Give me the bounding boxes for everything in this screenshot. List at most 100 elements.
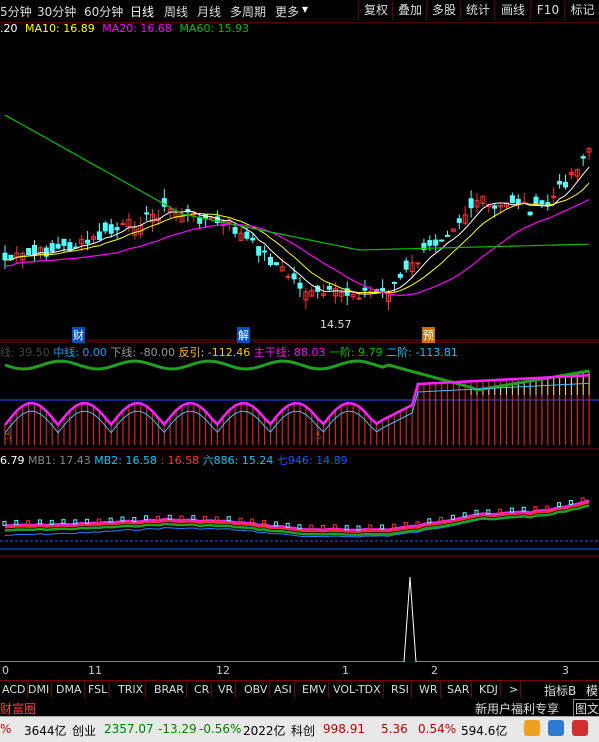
candle-body xyxy=(539,200,545,205)
candle-body xyxy=(415,262,421,265)
chinext-change: -13.29 xyxy=(158,722,197,736)
candle-body xyxy=(250,237,256,241)
indicator2-legend: 6.79 MB1: 17.43 MB2: 16.58 : 16.58 六886:… xyxy=(0,452,348,468)
event-marker-cai[interactable]: 财 xyxy=(72,327,85,343)
promo-banner: 财富圈 新用户福利专享 图文 xyxy=(0,698,599,718)
tab-emv[interactable]: EMV xyxy=(300,682,329,698)
candle-body xyxy=(244,231,250,239)
app-icon[interactable] xyxy=(524,720,540,736)
date-label: 11 xyxy=(88,664,102,677)
indicator2-plot xyxy=(2,497,590,538)
tabs-more-button[interactable]: > xyxy=(507,682,522,698)
tab-trix[interactable]: TRIX xyxy=(116,682,147,698)
candle-body xyxy=(397,273,403,278)
candle-body xyxy=(391,281,397,284)
ind2-candle xyxy=(2,520,7,526)
chinext-label: 创业 xyxy=(72,724,97,738)
tab-obv[interactable]: OBV xyxy=(242,682,271,698)
caifuquan-link[interactable]: 财富圈 xyxy=(0,700,36,717)
low-price-label: 14.57 xyxy=(320,318,352,331)
ind3-spike-line xyxy=(0,576,599,662)
candle-body xyxy=(427,240,433,246)
date-label: 0 xyxy=(2,664,9,677)
ind2-third-value: : 16.58 xyxy=(160,454,200,467)
model-button[interactable]: 模 xyxy=(586,682,598,699)
candle-body xyxy=(55,243,61,249)
new-user-promo-link[interactable]: 新用户福利专享 xyxy=(475,700,559,717)
tab-vol-tdx[interactable]: VOL-TDX xyxy=(331,682,384,698)
ind1-erjie: 二阶: -113.81 xyxy=(386,346,458,359)
status-percent: % xyxy=(0,722,12,736)
tab-vr[interactable]: VR xyxy=(216,682,237,698)
indicator-b-button[interactable]: 指标B xyxy=(544,682,576,699)
date-axis: 0 11 12 1 2 3 xyxy=(0,662,599,680)
event-marker-yu[interactable]: 预 xyxy=(422,327,435,343)
date-label: 3 xyxy=(562,664,569,677)
tab-dma[interactable]: DMA xyxy=(54,682,85,698)
candle-body xyxy=(433,239,439,246)
app-icon[interactable] xyxy=(572,720,588,736)
candle-body xyxy=(456,218,462,223)
tab-fsl[interactable]: FSL xyxy=(86,682,111,698)
candle-body xyxy=(468,198,474,209)
ind1-xiaxian: 下线: -80.00 xyxy=(110,346,176,359)
ind2-first-value: 6.79 xyxy=(0,454,25,467)
candle-body xyxy=(96,231,102,241)
tab-acd[interactable]: ACD xyxy=(0,682,29,698)
panel-grid xyxy=(0,339,599,662)
candle-body xyxy=(67,242,73,251)
ma5-line xyxy=(4,166,590,295)
ind1-zhongxian: 中线: 0.00 xyxy=(53,346,107,359)
candle-body xyxy=(49,243,55,252)
chinext-percent: -0.56% xyxy=(199,722,242,736)
app-icon[interactable] xyxy=(548,720,564,736)
candle-body xyxy=(108,224,114,234)
indicator3-plot xyxy=(0,576,599,662)
ma60-line xyxy=(4,114,590,251)
star-percent: 0.54% xyxy=(418,722,457,736)
ind1-yijie: 一阶: 9.79 xyxy=(328,346,383,359)
hand-pointer-icon: ☝ xyxy=(314,428,322,442)
kline-chart[interactable] xyxy=(0,0,599,662)
star-change: 5.36 xyxy=(381,722,408,736)
tab-asi[interactable]: ASI xyxy=(272,682,295,698)
candle-body xyxy=(439,239,445,242)
ind1-zhuganxian: 主干线: 88.03 xyxy=(253,346,326,359)
candle-body xyxy=(120,223,126,226)
tab-sar[interactable]: SAR xyxy=(445,682,473,698)
chinext-volume: 2022亿 xyxy=(243,724,286,738)
tab-wr[interactable]: WR xyxy=(417,682,441,698)
star-volume: 594.6亿 xyxy=(461,724,508,738)
candle-body xyxy=(273,262,279,266)
candle-body xyxy=(256,246,262,256)
ma20-line xyxy=(4,198,590,297)
candle-body xyxy=(515,198,521,205)
candle-body xyxy=(262,250,268,253)
star-label: 科创 xyxy=(291,724,316,738)
candle-body xyxy=(380,287,386,292)
event-marker-jie[interactable]: 解 xyxy=(237,327,250,343)
candle-body xyxy=(26,248,32,256)
ind1-cyan-line xyxy=(4,382,590,434)
tab-cr[interactable]: CR xyxy=(192,682,213,698)
indicator-tabs: ACD DMI DMA FSL TRIX BRAR CR VR OBV ASI … xyxy=(0,680,599,699)
candle-body xyxy=(557,181,563,185)
tab-rsi[interactable]: RSI xyxy=(389,682,412,698)
star-index: 998.91 xyxy=(323,722,365,736)
tab-dmi[interactable]: DMI xyxy=(26,682,53,698)
candle-body xyxy=(32,244,37,255)
candle-body xyxy=(291,273,297,280)
candle-body xyxy=(61,238,67,246)
candle-body xyxy=(580,156,586,159)
candle-body xyxy=(362,287,368,291)
ind1-first-value: 线: 39.50 xyxy=(0,346,50,359)
candle-body xyxy=(85,239,91,244)
candle-body xyxy=(232,226,238,234)
tab-brar[interactable]: BRAR xyxy=(152,682,187,698)
chinext-index: 2357.07 xyxy=(104,722,154,736)
candle-body xyxy=(285,275,291,278)
ind2-liu: 六886: 15.24 xyxy=(202,454,274,467)
ind2-qi: 七946: 14.89 xyxy=(276,454,348,467)
date-label: 1 xyxy=(342,664,349,677)
tab-kdj[interactable]: KDJ xyxy=(477,682,501,698)
